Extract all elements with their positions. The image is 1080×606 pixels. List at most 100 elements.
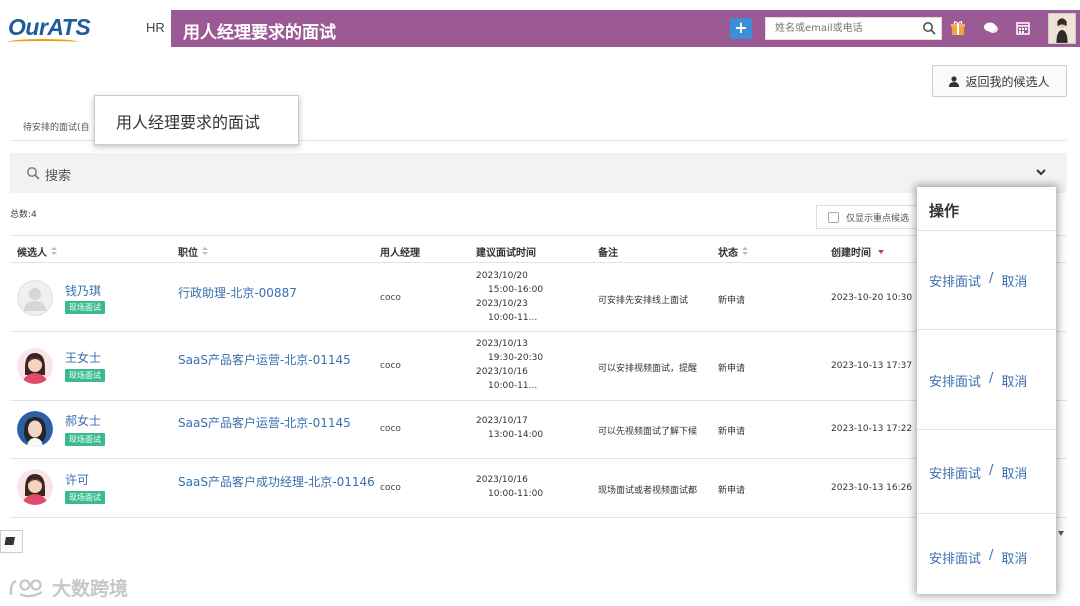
manager-name: coco	[380, 361, 401, 371]
user-avatar-image	[1049, 14, 1075, 43]
scroll-down-arrow[interactable]	[1058, 531, 1064, 536]
action-separator: /	[989, 271, 994, 286]
action-separator: /	[989, 371, 994, 386]
column-manager-label: 用人经理	[380, 248, 420, 259]
column-suggested-time-label: 建议面试时间	[476, 248, 536, 259]
position-link[interactable]: SaaS产品客户运营-北京-01145	[178, 351, 351, 368]
candidate-name[interactable]: 王女士	[65, 349, 101, 366]
actions-column-popup: 操作 安排面试 / 取消 安排面试 / 取消 安排面试 / 取消 安排面试 / …	[917, 187, 1056, 594]
column-note-label: 备注	[598, 248, 618, 259]
candidate-name[interactable]: 许可	[65, 471, 89, 488]
column-suggested-time: 建议面试时间	[476, 244, 536, 259]
note-text: 可安排先安排线上面试	[598, 296, 689, 306]
interview-type-badge: 现场面试	[65, 491, 105, 504]
candidate-name[interactable]: 钱乃琪	[65, 282, 101, 299]
actions-column-title: 操作	[917, 187, 1056, 231]
candidate-avatar	[17, 469, 53, 505]
status-text: 新申请	[718, 427, 746, 437]
page-title: 用人经理要求的面试	[183, 23, 336, 43]
suggested-time-range: 10:00-11:00	[488, 489, 544, 499]
cancel-link[interactable]: 取消	[1001, 463, 1027, 482]
return-candidates-label: 返回我的候选人	[965, 74, 1050, 89]
column-position[interactable]: 职位	[178, 244, 208, 259]
schedule-interview-link[interactable]: 安排面试	[929, 548, 981, 567]
position-link[interactable]: 行政助理-北京-00887	[178, 284, 297, 301]
schedule-interview-link[interactable]: 安排面试	[929, 271, 981, 290]
candidate-name[interactable]: 郝女士	[65, 412, 101, 429]
table-row[interactable]: 王女士 现场面试 SaaS产品客户运营-北京-01145 coco 2023/1…	[10, 332, 1067, 401]
schedule-interview-link[interactable]: 安排面试	[929, 371, 981, 390]
actions-cell: 安排面试 / 取消	[917, 231, 1056, 330]
actions-cell: 安排面试 / 取消	[917, 430, 1056, 514]
only-key-candidates-label: 仅显示重点候选	[846, 213, 910, 224]
manager-name: coco	[380, 424, 401, 434]
total-count: 总数:4	[10, 210, 37, 220]
logo-text: OurATS	[8, 14, 91, 40]
sort-icon	[202, 247, 208, 256]
gift-icon[interactable]	[950, 20, 966, 36]
tab-pending-interviews[interactable]: 待安排的面试(自	[23, 120, 90, 133]
created-time: 2023-10-13 17:37	[831, 361, 913, 371]
calendar-icon[interactable]	[1015, 20, 1031, 36]
column-candidate[interactable]: 候选人	[17, 244, 57, 259]
top-bar: 用人经理要求的面试 +	[171, 10, 1080, 47]
column-created[interactable]: 创建时间	[831, 244, 884, 259]
suggested-date: 2023/10/20	[476, 271, 528, 281]
interview-type-badge: 现场面试	[65, 369, 105, 382]
chat-icon[interactable]	[983, 20, 999, 36]
checkbox[interactable]	[828, 211, 839, 223]
interview-type-badge: 现场面试	[65, 433, 105, 446]
created-time: 2023-10-20 10:30	[831, 293, 913, 303]
status-text: 新申请	[718, 296, 746, 306]
cancel-link[interactable]: 取消	[1001, 371, 1027, 390]
suggested-date: 2023/10/16	[476, 367, 528, 377]
default-avatar-icon	[17, 280, 53, 316]
cancel-link[interactable]: 取消	[1001, 271, 1027, 290]
column-note: 备注	[598, 244, 618, 259]
global-search	[765, 17, 942, 40]
manager-name: coco	[380, 293, 401, 303]
action-separator: /	[989, 548, 994, 563]
add-button[interactable]: +	[730, 18, 752, 39]
only-key-candidates-toggle[interactable]: 仅显示重点候选	[816, 205, 926, 229]
actions-cell: 安排面试 / 取消	[917, 330, 1056, 430]
search-icon[interactable]	[922, 21, 936, 35]
global-search-input[interactable]	[766, 18, 916, 39]
notebook-icon	[4, 537, 15, 545]
suggested-time-range: 19:30-20:30	[488, 353, 544, 363]
note-text: 现场面试或者视频面试都	[598, 486, 698, 496]
actions-cell: 安排面试 / 取消	[917, 514, 1056, 594]
sort-icon	[742, 247, 748, 256]
return-candidates-button[interactable]: 返回我的候选人	[932, 65, 1067, 97]
table-header: 候选人 职位 用人经理 建议面试时间 备注 状态 创建时间	[10, 235, 1067, 263]
position-link[interactable]: SaaS产品客户运营-北京-01145	[178, 414, 351, 431]
candidate-avatar	[17, 348, 53, 384]
sort-desc-icon	[878, 249, 884, 254]
note-text: 可以安排视频面试，提醒	[598, 364, 698, 374]
suggested-date: 2023/10/16	[476, 475, 528, 485]
table-row[interactable]: 钱乃琪 现场面试 行政助理-北京-00887 coco 2023/10/20 1…	[10, 264, 1067, 332]
female-avatar-icon	[17, 469, 53, 505]
column-status[interactable]: 状态	[718, 244, 748, 259]
position-link[interactable]: SaaS产品客户成功经理-北京-01146	[178, 473, 375, 490]
interview-type-badge: 现场面试	[65, 301, 105, 314]
search-icon	[27, 167, 40, 180]
watermark: 大数跨境	[8, 574, 128, 601]
table-row[interactable]: 郝女士 现场面试 SaaS产品客户运营-北京-01145 coco 2023/1…	[10, 401, 1067, 459]
chevron-down-icon[interactable]	[1035, 166, 1047, 178]
filter-search-bar[interactable]: 搜索	[10, 153, 1067, 193]
ourats-logo[interactable]: OurATS	[8, 14, 91, 44]
tab-tooltip: 用人经理要求的面试	[94, 95, 299, 145]
section-label[interactable]: HR	[146, 20, 165, 35]
table-row[interactable]: 许可 现场面试 SaaS产品客户成功经理-北京-01146 coco 2023/…	[10, 459, 1067, 518]
schedule-interview-link[interactable]: 安排面试	[929, 463, 981, 482]
status-text: 新申请	[718, 486, 746, 496]
suggested-date: 2023/10/23	[476, 299, 528, 309]
female-photo-avatar-icon	[17, 411, 53, 447]
cancel-link[interactable]: 取消	[1001, 548, 1027, 567]
column-candidate-label: 候选人	[17, 248, 47, 259]
user-avatar[interactable]	[1048, 13, 1076, 44]
column-status-label: 状态	[718, 248, 738, 259]
side-tool-button[interactable]	[0, 530, 23, 553]
status-text: 新申请	[718, 364, 746, 374]
